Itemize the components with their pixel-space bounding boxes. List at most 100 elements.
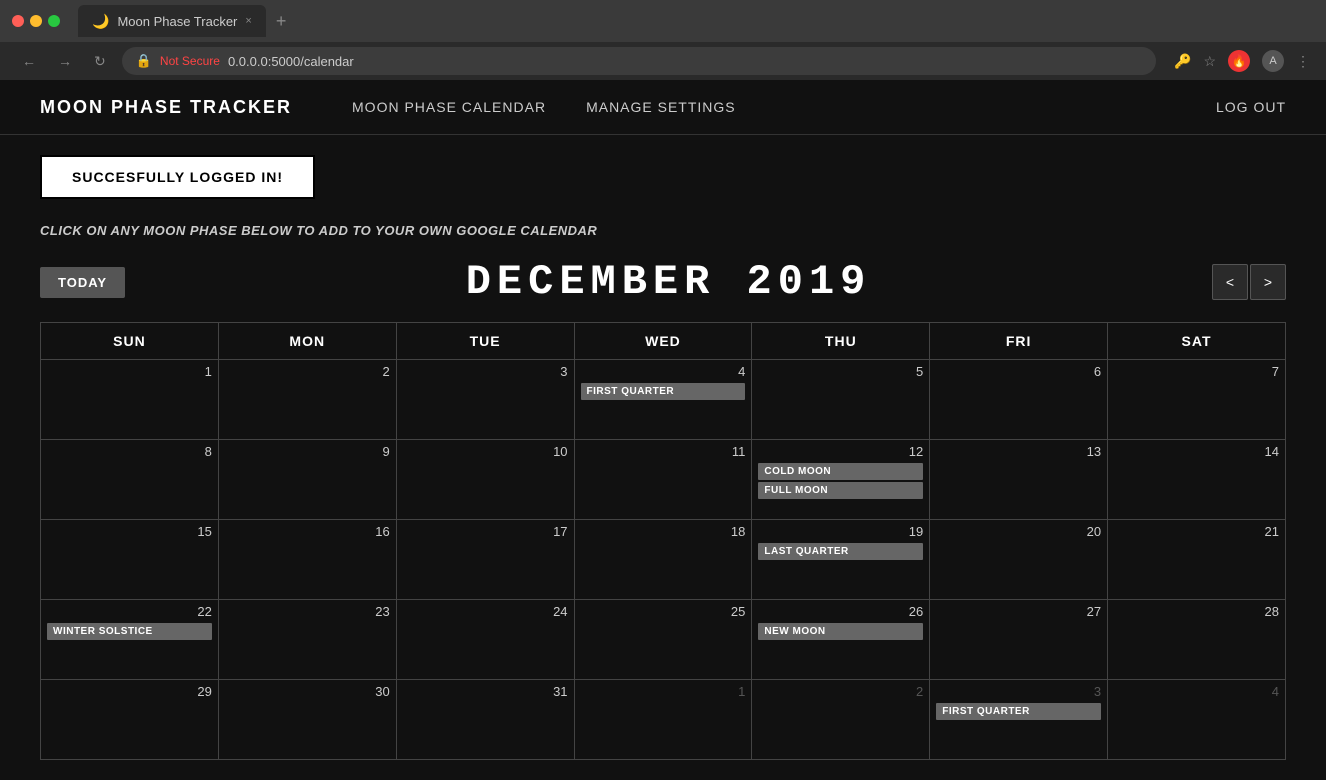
day-header-sun: SUN (41, 323, 219, 360)
menu-icon[interactable]: ⋮ (1296, 53, 1310, 70)
event-tag[interactable]: COLD MOON (758, 463, 923, 480)
day-number: 24 (403, 604, 568, 619)
day-number: 5 (758, 364, 923, 379)
nav-links: MOON PHASE CALENDAR MANAGE SETTINGS (332, 99, 756, 115)
calendar-day: 12COLD MOONFULL MOON (752, 440, 930, 520)
day-number: 31 (403, 684, 568, 699)
calendar-day: 4 (1108, 680, 1286, 760)
close-traffic-light[interactable] (12, 15, 24, 27)
calendar-day: 26 NEW MOON (752, 600, 930, 680)
day-number: 9 (225, 444, 390, 459)
next-month-button[interactable]: > (1250, 264, 1286, 300)
calendar-day: 1 (41, 360, 219, 440)
event-tag[interactable]: LAST QUARTER (758, 543, 923, 560)
day-number: 27 (936, 604, 1101, 619)
day-number: 17 (403, 524, 568, 539)
calendar-day: 19 LAST QUARTER (752, 520, 930, 600)
calendar-week-row: 29 30 31 123 FIRST QUARTER 4 (41, 680, 1286, 760)
event-tag[interactable]: WINTER SOLSTICE (47, 623, 212, 640)
day-number: 1 (581, 684, 746, 699)
calendar-day: 3 FIRST QUARTER (930, 680, 1108, 760)
url-display: 0.0.0.0:5000/calendar (228, 54, 354, 69)
tab-bar: 🌙 Moon Phase Tracker × + (78, 5, 286, 37)
traffic-lights (12, 15, 60, 27)
day-number: 4 (581, 364, 746, 379)
calendar-day: 23 (218, 600, 396, 680)
calendar-day: 28 (1108, 600, 1286, 680)
nav-brand[interactable]: MOON PHASE TRACKER (40, 97, 292, 118)
day-header-sat: SAT (1108, 323, 1286, 360)
calendar-week-row: 22WINTER SOLSTICE23242526NEW MOON2728 (41, 600, 1286, 680)
calendar-day: 20 (930, 520, 1108, 600)
day-number: 7 (1114, 364, 1279, 379)
prev-month-button[interactable]: < (1212, 264, 1248, 300)
day-header-fri: FRI (930, 323, 1108, 360)
today-button[interactable]: TODAY (40, 267, 125, 298)
day-number: 20 (936, 524, 1101, 539)
nav-link-calendar[interactable]: MOON PHASE CALENDAR (332, 99, 566, 115)
calendar-day: 3 (396, 360, 574, 440)
star-icon[interactable]: ☆ (1203, 53, 1216, 70)
calendar-header-row: SUNMONTUEWEDTHUFRISAT (41, 323, 1286, 360)
event-tag[interactable]: FIRST QUARTER (581, 383, 746, 400)
calendar-nav-arrows: < > (1212, 264, 1286, 300)
calendar-day: 16 (218, 520, 396, 600)
calendar-day: 29 (41, 680, 219, 760)
calendar-day: 7 (1108, 360, 1286, 440)
new-tab-button[interactable]: + (276, 11, 287, 32)
calendar-day: 21 (1108, 520, 1286, 600)
key-icon[interactable]: 🔑 (1174, 53, 1191, 70)
calendar-week-row: 1234FIRST QUARTER567 (41, 360, 1286, 440)
main-nav: MOON PHASE TRACKER MOON PHASE CALENDAR M… (0, 80, 1326, 135)
day-number: 1 (47, 364, 212, 379)
day-number: 18 (581, 524, 746, 539)
day-number: 28 (1114, 604, 1279, 619)
day-header-wed: WED (574, 323, 752, 360)
browser-chrome: 🌙 Moon Phase Tracker × + (0, 0, 1326, 42)
day-number: 8 (47, 444, 212, 459)
back-button[interactable]: ← (16, 51, 42, 71)
day-number: 26 (758, 604, 923, 619)
calendar-day: 14 (1108, 440, 1286, 520)
flash-container: SUCCESFULLY LOGGED IN! (0, 135, 1326, 209)
extension-icon[interactable]: 🔥 (1228, 50, 1250, 72)
calendar-day: 15 (41, 520, 219, 600)
address-input-wrap[interactable]: 🔒 Not Secure 0.0.0.0:5000/calendar (122, 47, 1156, 75)
calendar-day: 4 FIRST QUARTER (574, 360, 752, 440)
day-number: 19 (758, 524, 923, 539)
calendar-day: 6 (930, 360, 1108, 440)
day-number: 23 (225, 604, 390, 619)
day-number: 2 (758, 684, 923, 699)
profile-avatar[interactable]: A (1262, 50, 1284, 72)
refresh-button[interactable]: ↻ (88, 51, 112, 72)
calendar-day: 2 (752, 680, 930, 760)
calendar-day: 18 (574, 520, 752, 600)
calendar-day: 24 (396, 600, 574, 680)
day-number: 30 (225, 684, 390, 699)
maximize-traffic-light[interactable] (48, 15, 60, 27)
tab-favicon: 🌙 (92, 13, 109, 30)
day-number: 3 (403, 364, 568, 379)
calendar-day: 13 (930, 440, 1108, 520)
minimize-traffic-light[interactable] (30, 15, 42, 27)
day-header-tue: TUE (396, 323, 574, 360)
not-secure-label: Not Secure (160, 54, 220, 68)
forward-button[interactable]: → (52, 51, 78, 71)
active-tab[interactable]: 🌙 Moon Phase Tracker × (78, 5, 266, 37)
month-title: DECEMBER 2019 (125, 258, 1212, 306)
event-tag[interactable]: FIRST QUARTER (936, 703, 1101, 720)
day-number: 14 (1114, 444, 1279, 459)
calendar-day: 1 (574, 680, 752, 760)
day-number: 6 (936, 364, 1101, 379)
day-number: 13 (936, 444, 1101, 459)
day-number: 4 (1114, 684, 1279, 699)
tab-close-button[interactable]: × (245, 15, 251, 27)
calendar-day: 22WINTER SOLSTICE (41, 600, 219, 680)
nav-link-settings[interactable]: MANAGE SETTINGS (566, 99, 756, 115)
day-number: 3 (936, 684, 1101, 699)
lock-icon: 🔒 (136, 53, 152, 69)
event-tag[interactable]: FULL MOON (758, 482, 923, 499)
event-tag[interactable]: NEW MOON (758, 623, 923, 640)
app-container: MOON PHASE TRACKER MOON PHASE CALENDAR M… (0, 80, 1326, 780)
logout-button[interactable]: LOG OUT (1216, 99, 1286, 115)
